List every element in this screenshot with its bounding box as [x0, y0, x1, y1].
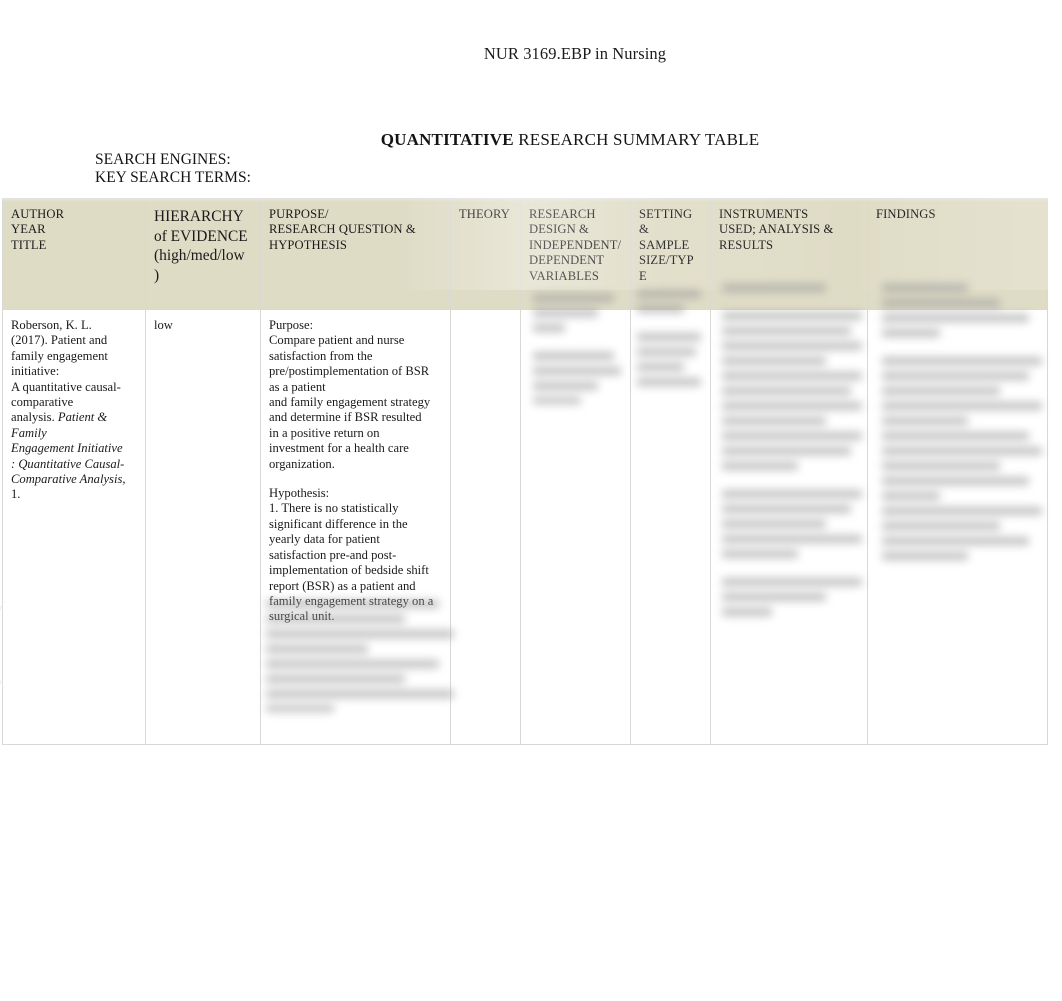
table-body: Roberson, K. L. (2017). Patient and fami… [2, 309, 1048, 745]
column-header-hierarchy-of-evidence: HIERARCHY of EVIDENCE (high/med/low ) [145, 198, 261, 310]
purpose-heading: Purpose: [269, 318, 314, 332]
purpose-body: Compare patient and nurse satisfaction f… [269, 333, 431, 471]
table-header-row-group: AUTHOR YEAR TITLE HIERARCHY of EVIDENCE … [2, 198, 1048, 310]
page-title: NUR 3169.EBP in Nursing [0, 44, 1062, 64]
column-header-author-year-title: AUTHOR YEAR TITLE [2, 198, 146, 310]
cell-instruments-analysis-results [710, 309, 868, 745]
hypothesis-heading: Hypothesis: [269, 486, 330, 501]
cell-findings [867, 309, 1048, 745]
column-header-purpose-question-hypothesis: PURPOSE/ RESEARCH QUESTION & HYPOTHESIS [260, 198, 451, 310]
column-header-theory: THEORY [450, 198, 521, 310]
citation-plain-part-1: Roberson, K. L. (2017). Patient and fami… [11, 318, 121, 425]
document-page: NUR 3169.EBP in Nursing QUANTITATIVE RES… [0, 0, 1062, 1001]
citation-text: Roberson, K. L. (2017). Patient and fami… [11, 318, 139, 503]
table-title-emphasis: QUANTITATIVE [380, 130, 514, 149]
table-title-remainder: RESEARCH SUMMARY TABLE [513, 130, 760, 149]
search-engines-label: SEARCH ENGINES: [95, 151, 231, 168]
table-row: Roberson, K. L. (2017). Patient and fami… [2, 309, 1048, 745]
column-header-research-design-variables: RESEARCH DESIGN & INDEPENDENT/ DEPENDENT… [520, 198, 631, 310]
column-header-instruments-analysis-results: INSTRUMENTS USED; ANALYSIS & RESULTS [710, 198, 868, 310]
research-summary-table: AUTHOR YEAR TITLE HIERARCHY of EVIDENCE … [2, 198, 1048, 745]
cell-purpose-question-hypothesis: Purpose: Compare patient and nurse satis… [260, 309, 451, 745]
cell-research-design-variables [520, 309, 631, 745]
hypothesis-body: 1. There is no statistically significant… [269, 501, 434, 624]
cell-theory [450, 309, 521, 745]
cell-hierarchy-of-evidence: low [145, 309, 261, 745]
cell-setting-sample [630, 309, 711, 745]
column-header-findings: FINDINGS [867, 198, 1048, 310]
hierarchy-value: low [154, 318, 173, 332]
table-header-row: AUTHOR YEAR TITLE HIERARCHY of EVIDENCE … [2, 198, 1048, 310]
search-metadata-block: SEARCH ENGINES: KEY SEARCH TERMS: [95, 151, 251, 186]
table-title: QUANTITATIVE RESEARCH SUMMARY TABLE [0, 130, 1062, 150]
column-header-setting-sample: SETTING & SAMPLE SIZE/TYP E [630, 198, 711, 310]
course-title-text: NUR 3169.EBP in Nursing [483, 44, 667, 63]
cell-author-year-title: Roberson, K. L. (2017). Patient and fami… [2, 309, 146, 745]
key-search-terms-label: KEY SEARCH TERMS: [95, 168, 251, 186]
